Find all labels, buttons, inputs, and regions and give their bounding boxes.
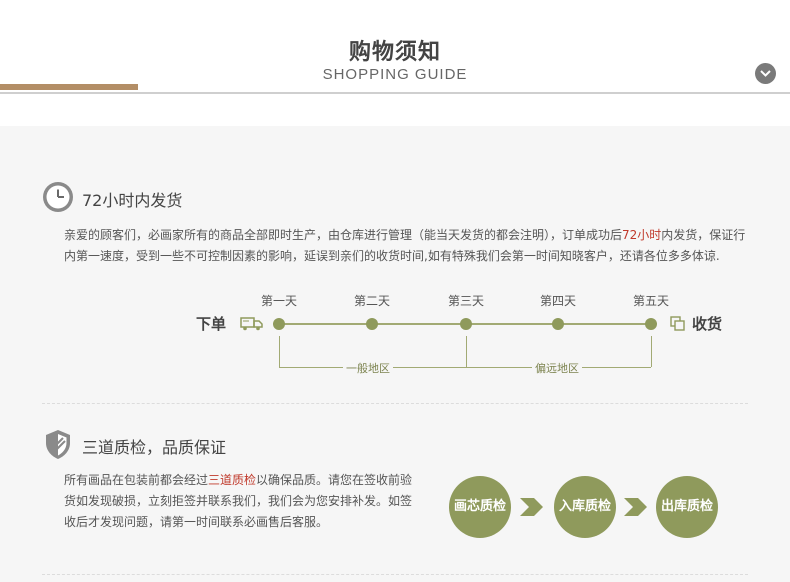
delivery-highlight: 72小时 (622, 228, 662, 242)
region-label-normal: 一般地区 (343, 360, 393, 376)
timeline-dot (366, 318, 378, 330)
quality-highlight: 三道质检 (208, 473, 257, 487)
chevron-down-icon (760, 70, 771, 77)
timeline-dot (645, 318, 657, 330)
guide-content: 72小时内发货 亲爱的顾客们，必画家所有的商品全部即时生产，由仓库进行管理（能当… (0, 126, 790, 582)
quality-text-before: 所有画品在包装前都会经过 (64, 473, 209, 487)
region-bracket-mid (466, 336, 467, 367)
package-icon (670, 316, 685, 331)
region-bracket-left (279, 336, 280, 367)
qc-step-core: 画芯质检 (449, 476, 511, 538)
timeline-dot (273, 318, 285, 330)
timeline-dot (552, 318, 564, 330)
timeline-day-label: 第一天 (260, 294, 297, 308)
double-chevron-right-icon (624, 498, 647, 516)
qc-step-outbound: 出库质检 (656, 476, 718, 538)
qc-step-inbound: 入库质检 (554, 476, 616, 538)
delivery-description: 亲爱的顾客们，必画家所有的商品全部即时生产，由仓库进行管理（能当天发货的都会注明… (64, 225, 748, 267)
delivery-text-before: 亲爱的顾客们，必画家所有的商品全部即时生产，由仓库进行管理（能当天发货的都会注明… (64, 228, 623, 242)
section-divider (42, 403, 748, 404)
quality-section-title: 三道质检，品质保证 (82, 438, 227, 457)
timeline-start-label: 下单 (196, 315, 227, 333)
header-divider (0, 92, 790, 94)
page-header: 购物须知 SHOPPING GUIDE (0, 0, 790, 126)
page-title: 购物须知 (348, 40, 441, 65)
timeline-day-label: 第四天 (539, 294, 576, 308)
clock-icon (43, 182, 73, 212)
truck-icon (240, 317, 263, 331)
quality-description: 所有画品在包装前都会经过三道质检以确保品质。请您在签收前验货如发现破损，立刻拒签… (64, 470, 420, 533)
timeline-day-label: 第二天 (353, 294, 390, 308)
header-accent-bar (0, 84, 138, 90)
timeline-day-label: 第三天 (447, 294, 484, 308)
timeline-end-label: 收货 (692, 315, 723, 333)
page-subtitle: SHOPPING GUIDE (322, 66, 468, 83)
double-chevron-right-icon (520, 498, 543, 516)
region-bracket-right (651, 336, 652, 367)
collapse-toggle-button[interactable] (755, 63, 776, 84)
section-divider (42, 574, 748, 575)
timeline-day-label: 第五天 (632, 294, 669, 308)
region-label-remote: 偏远地区 (532, 360, 582, 376)
timeline-dot (460, 318, 472, 330)
delivery-section-title: 72小时内发货 (82, 191, 183, 210)
shield-icon (46, 430, 70, 459)
region-bracket-base (279, 367, 651, 368)
